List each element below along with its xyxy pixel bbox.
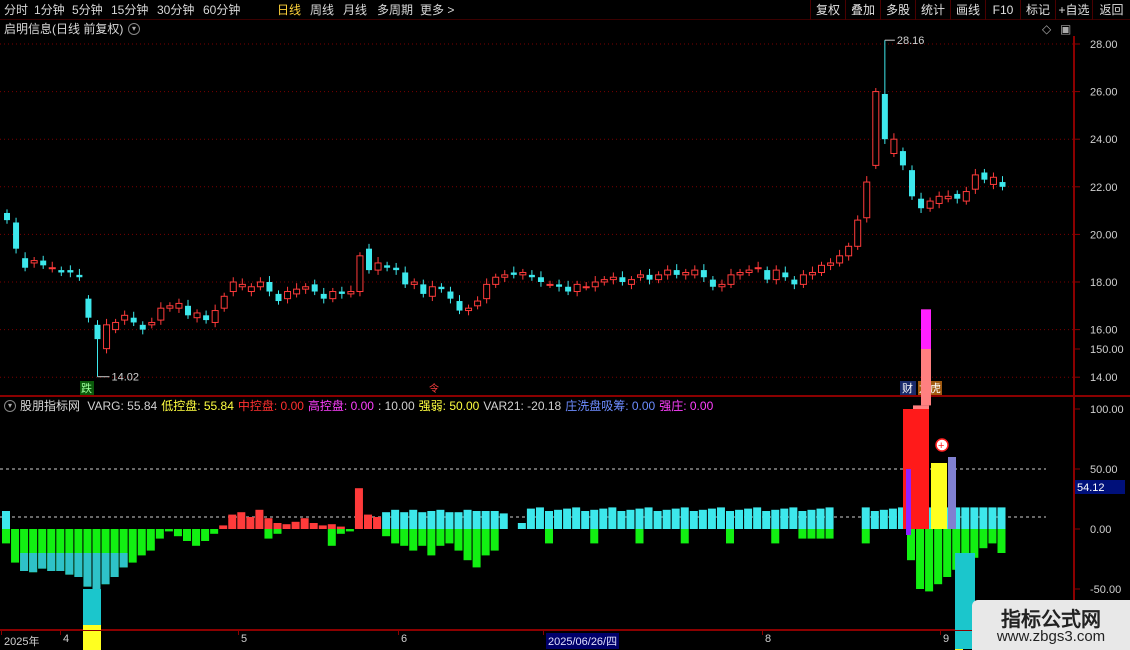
stock-title-text: 启明信息(日线 前复权) (4, 22, 124, 36)
date-label-3: 6 (401, 633, 408, 645)
toolbar-button-0[interactable]: 复权 (810, 0, 845, 20)
toolbar-button-2[interactable]: 多股 (880, 0, 915, 20)
period-tab-10[interactable]: 更多 > (420, 2, 454, 18)
period-tab-2[interactable]: 5分钟 (72, 2, 103, 18)
price-axis-panel (1074, 36, 1130, 396)
date-axis: 2025年 4 5 6 2025/06/26/四 8 9 (0, 630, 1130, 650)
date-label-0: 2025年 (4, 636, 40, 648)
date-tick (762, 631, 763, 635)
watermark-url: www.zbgs3.com (996, 628, 1106, 645)
date-tick (940, 631, 941, 635)
date-tick (238, 631, 239, 635)
date-label-4: 2025/06/26/四 (546, 633, 620, 649)
date-label-2: 5 (241, 633, 248, 645)
panel-toggle-icon[interactable]: ▣ (1060, 21, 1071, 37)
toolbar-button-5[interactable]: F10 (985, 0, 1020, 20)
period-toolbar: 分时 1分钟 5分钟 15分钟 30分钟 60分钟 日线 周线 月线 多周期 更多 > 复权 叠加 多股… (0, 0, 1130, 20)
date-label-6: 9 (943, 633, 950, 645)
period-tab-8[interactable]: 月线 (343, 2, 367, 18)
indicator-panel[interactable] (0, 396, 1074, 630)
diamond-icon[interactable]: ◇ (1042, 21, 1051, 37)
period-tab-6[interactable]: 日线 (277, 2, 301, 18)
date-label-5: 8 (765, 633, 772, 645)
period-tab-3[interactable]: 15分钟 (111, 2, 148, 18)
date-tick (1, 631, 2, 635)
site-watermark: 指标公式网 www.zbgs3.com (972, 600, 1130, 650)
date-tick (398, 631, 399, 635)
period-tab-7[interactable]: 周线 (310, 2, 334, 18)
stock-title: 启明信息(日线 前复权) (4, 21, 123, 37)
price-chart-panel[interactable] (0, 36, 1074, 396)
toolbar-button-6[interactable]: 标记 (1020, 0, 1055, 20)
indicator-axis-panel (1074, 396, 1130, 630)
period-tab-4[interactable]: 30分钟 (157, 2, 194, 18)
period-tab-9[interactable]: 多周期 (377, 2, 413, 18)
toolbar-button-8[interactable]: 返回 (1092, 0, 1130, 20)
date-label-1: 4 (63, 633, 70, 645)
period-tab-1[interactable]: 1分钟 (34, 2, 65, 18)
toolbar-button-7[interactable]: +自选 (1055, 0, 1092, 20)
toolbar-button-4[interactable]: 画线 (950, 0, 985, 20)
date-tick (543, 631, 544, 635)
title-menu-chevron-icon[interactable]: ▾ (128, 23, 140, 35)
toolbar-button-3[interactable]: 统计 (915, 0, 950, 20)
toolbar-button-1[interactable]: 叠加 (845, 0, 880, 20)
period-tab-5[interactable]: 60分钟 (203, 2, 240, 18)
period-tab-0[interactable]: 分时 (4, 2, 28, 18)
date-tick (60, 631, 61, 635)
